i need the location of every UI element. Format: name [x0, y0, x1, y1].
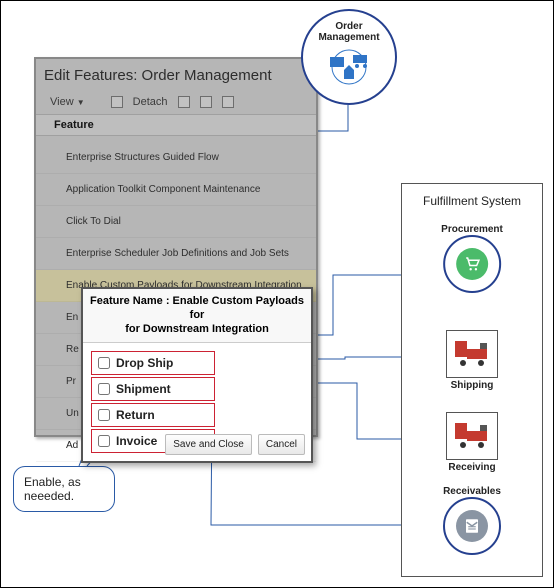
node-shipping: Shipping	[446, 330, 498, 391]
feature-payload-dialog: Feature Name : Enable Custom Payloads fo…	[81, 287, 313, 463]
checkbox-return[interactable]	[98, 409, 110, 421]
checkbox-shipment[interactable]	[98, 383, 110, 395]
invoice-icon	[463, 517, 481, 535]
order-management-icon	[321, 47, 377, 87]
order-management-badge: Order Management	[301, 9, 397, 105]
checkbox-invoice[interactable]	[98, 435, 110, 447]
fulfillment-system-box: Fulfillment System Procurement	[401, 183, 543, 577]
panel-title: Edit Features: Order Management	[36, 59, 316, 94]
cart-icon	[463, 255, 481, 273]
panel-toolbar: View ▼ Detach	[36, 94, 316, 114]
view-menu[interactable]: View ▼	[50, 96, 85, 108]
node-receivables: Receivables	[443, 486, 501, 557]
detach-label[interactable]: Detach	[133, 96, 168, 108]
save-and-close-button[interactable]: Save and Close	[165, 434, 252, 455]
fulfillment-title: Fulfillment System	[402, 184, 542, 214]
toolbar-icon-1[interactable]	[178, 96, 190, 108]
feature-row[interactable]: Click To Dial	[36, 206, 316, 238]
column-header: Feature	[36, 114, 316, 136]
option-shipment[interactable]: Shipment	[91, 377, 215, 401]
dialog-title: Feature Name : Enable Custom Payloads fo…	[83, 289, 311, 343]
receiving-truck-icon	[451, 419, 493, 453]
node-receiving: Receiving	[446, 412, 498, 473]
option-return[interactable]: Return	[91, 403, 215, 427]
node-procurement: Procurement	[441, 224, 503, 295]
om-line1: Order	[335, 21, 362, 32]
enable-callout: Enable, as neeeded.	[13, 466, 115, 512]
detach-icon[interactable]	[111, 96, 123, 108]
feature-row[interactable]: Enterprise Scheduler Job Definitions and…	[36, 238, 316, 270]
checkbox-drop-ship[interactable]	[98, 357, 110, 369]
cancel-button[interactable]: Cancel	[258, 434, 305, 455]
toolbar-icon-3[interactable]	[222, 96, 234, 108]
option-drop-ship[interactable]: Drop Ship	[91, 351, 215, 375]
feature-row[interactable]: Application Toolkit Component Maintenanc…	[36, 174, 316, 206]
toolbar-icon-2[interactable]	[200, 96, 212, 108]
shipping-truck-icon	[451, 337, 493, 371]
feature-row[interactable]: Enterprise Structures Guided Flow	[36, 142, 316, 174]
om-line2: Management	[318, 32, 379, 43]
